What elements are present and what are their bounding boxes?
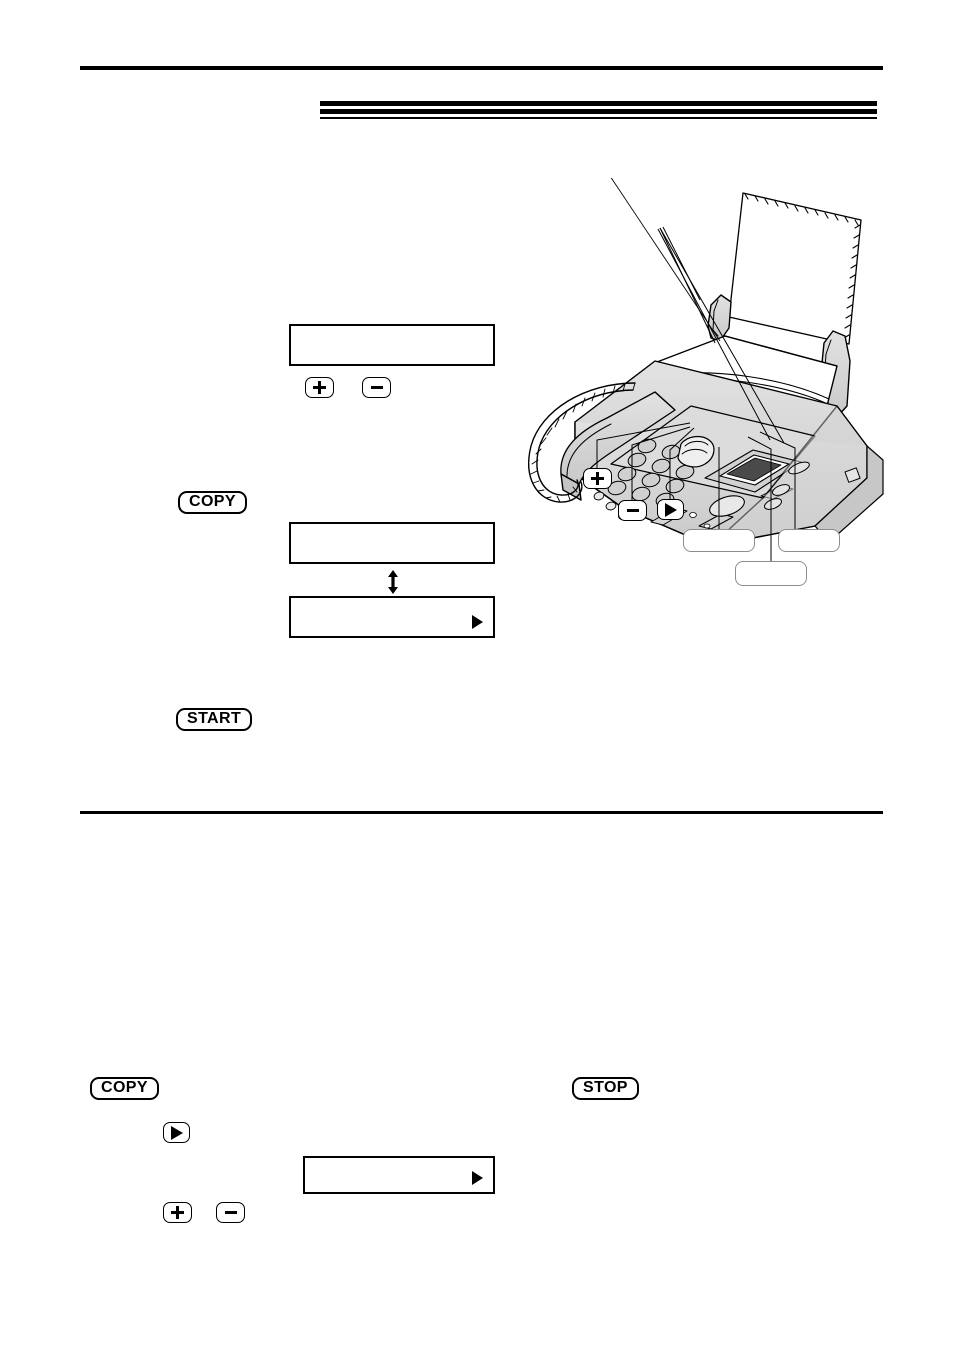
plus-icon (171, 1206, 184, 1219)
plus-key-step1[interactable] (305, 377, 334, 398)
callout-box-1 (683, 529, 755, 552)
plus-key-callout[interactable] (583, 468, 612, 489)
manual-page: COPY START COPY STOP (0, 0, 954, 1349)
section-divider-rule (80, 811, 883, 814)
right-triangle-icon (472, 615, 483, 629)
play-key-callout[interactable] (657, 499, 684, 520)
minus-key-callout[interactable] (618, 500, 647, 521)
section-title-band (320, 101, 877, 119)
minus-key-lower[interactable] (216, 1202, 245, 1223)
callout-box-3 (735, 561, 807, 586)
copy-key-lower[interactable]: COPY (90, 1077, 159, 1100)
plus-icon (313, 381, 326, 394)
plus-key-lower[interactable] (163, 1202, 192, 1223)
title-rule-thin (320, 117, 877, 119)
minus-key-step1[interactable] (362, 377, 391, 398)
right-triangle-icon (472, 1171, 483, 1185)
lcd-display-step2-top (289, 522, 495, 564)
minus-icon (370, 385, 383, 390)
minus-icon (224, 1210, 237, 1215)
lcd-display-step2-bottom (289, 596, 495, 638)
up-down-arrow-icon (388, 570, 398, 594)
play-icon (664, 502, 677, 517)
stop-key[interactable]: STOP (572, 1077, 639, 1100)
callout-box-2 (778, 529, 840, 552)
lcd-display-step1 (289, 324, 495, 366)
plus-icon (591, 472, 604, 485)
lcd-display-lower (303, 1156, 495, 1194)
play-icon (170, 1125, 183, 1140)
copy-key-step2[interactable]: COPY (178, 491, 247, 514)
play-key-lower[interactable] (163, 1122, 190, 1143)
header-rule (80, 66, 883, 70)
start-key[interactable]: START (176, 708, 253, 731)
minus-icon (626, 508, 639, 513)
